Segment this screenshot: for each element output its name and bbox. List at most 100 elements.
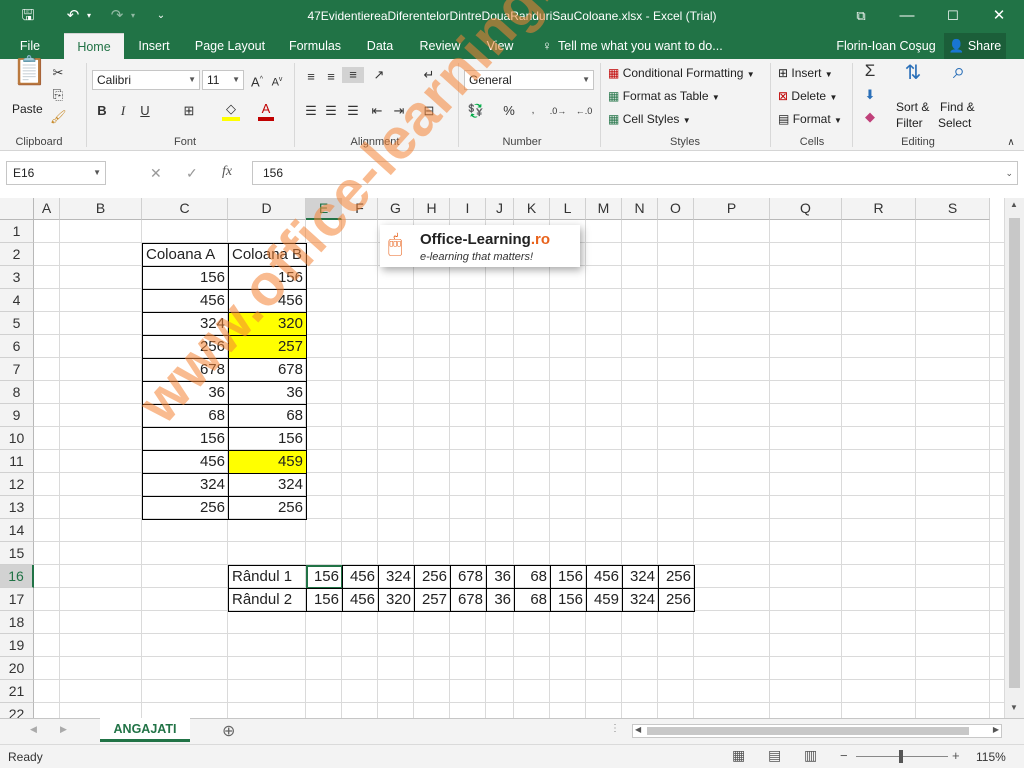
copy-icon[interactable]: ⎘	[50, 87, 66, 103]
delete-cells-button[interactable]: ⊠ Delete ▼	[778, 88, 837, 106]
column-header-i[interactable]: I	[450, 198, 486, 220]
cell-randul-1[interactable]: 68	[514, 565, 551, 589]
ribbon-display-icon[interactable]: ⧉	[850, 5, 872, 27]
sort-filter-label-1[interactable]: Sort &	[896, 99, 929, 115]
tab-data[interactable]: Data	[358, 33, 402, 59]
column-header-a[interactable]: A	[34, 198, 60, 220]
scroll-thumb[interactable]	[1009, 218, 1020, 688]
find-select-label-2[interactable]: Select	[938, 115, 971, 131]
column-header-l[interactable]: L	[550, 198, 586, 220]
row-header-9[interactable]: 9	[0, 404, 34, 427]
page-break-view-icon[interactable]: ▥	[804, 747, 817, 764]
redo-dropdown-icon[interactable]: ▾	[128, 5, 138, 27]
format-as-table-button[interactable]: ▦ Format as Table ▼	[608, 88, 720, 106]
cell-randul-2[interactable]: 256	[658, 588, 695, 612]
borders-icon[interactable]: ⊞	[180, 103, 198, 119]
split-handle-icon[interactable]: ⋮	[610, 723, 620, 734]
cut-icon[interactable]: ✂	[50, 65, 66, 81]
cell-coloana-b[interactable]: 36	[228, 381, 307, 405]
column-header-p[interactable]: P	[694, 198, 770, 220]
cell-randul-1[interactable]: 324	[378, 565, 415, 589]
cell-coloana-a[interactable]: 256	[142, 496, 229, 520]
sheet-tab-angajati[interactable]: ANGAJATI	[100, 718, 190, 742]
scroll-right-icon[interactable]: ▶	[993, 725, 999, 734]
insert-function-icon[interactable]: fx	[222, 164, 232, 180]
cell-randul-1[interactable]: 256	[658, 565, 695, 589]
increase-font-icon[interactable]: A^	[250, 72, 264, 90]
row-header-7[interactable]: 7	[0, 358, 34, 381]
row-header-12[interactable]: 12	[0, 473, 34, 496]
italic-button[interactable]: I	[116, 103, 130, 119]
fill-icon[interactable]: ⬇	[860, 87, 880, 103]
vertical-scrollbar[interactable]: ▲ ▼	[1004, 198, 1024, 718]
bold-button[interactable]: B	[95, 103, 109, 119]
tab-home[interactable]: Home	[64, 33, 124, 59]
row-header-14[interactable]: 14	[0, 519, 34, 542]
autosum-icon[interactable]: Σ	[860, 62, 880, 79]
column-header-s[interactable]: S	[916, 198, 990, 220]
paste-label[interactable]: Paste	[12, 101, 43, 117]
cell-coloana-a[interactable]: 156	[142, 266, 229, 290]
find-select-icon[interactable]: ⌕	[944, 60, 974, 82]
row-header-2[interactable]: 2	[0, 243, 34, 266]
align-left-icon[interactable]: ☰	[302, 103, 320, 119]
customize-qat-icon[interactable]: ⌄	[154, 5, 168, 27]
zoom-slider-thumb[interactable]	[899, 750, 903, 763]
increase-decimal-icon[interactable]: .0→	[548, 103, 568, 119]
align-middle-icon[interactable]: ≡	[322, 69, 340, 85]
tab-formulas[interactable]: Formulas	[280, 33, 350, 59]
row-header-22[interactable]: 22	[0, 703, 34, 718]
column-header-o[interactable]: O	[658, 198, 694, 220]
row-header-19[interactable]: 19	[0, 634, 34, 657]
select-all-corner[interactable]	[0, 198, 34, 220]
font-size-combo[interactable]: 11 ▼	[202, 70, 244, 90]
close-icon[interactable]: ✕	[988, 5, 1010, 27]
new-sheet-icon[interactable]: ⊕	[222, 721, 235, 741]
cell-randul-2[interactable]: 68	[514, 588, 551, 612]
minimize-icon[interactable]: —	[896, 5, 918, 27]
cell-randul-2[interactable]: 36	[486, 588, 515, 612]
cell-randul-2[interactable]: 459	[586, 588, 623, 612]
cell-randul-1[interactable]: 36	[486, 565, 515, 589]
hscroll-thumb[interactable]	[647, 727, 969, 735]
next-sheet-icon[interactable]: ▶	[60, 724, 67, 735]
row-header-3[interactable]: 3	[0, 266, 34, 289]
row-header-13[interactable]: 13	[0, 496, 34, 519]
tab-insert[interactable]: Insert	[128, 33, 180, 59]
cell-randul-1[interactable]: 156	[550, 565, 587, 589]
tab-page-layout[interactable]: Page Layout	[186, 33, 274, 59]
find-select-label-1[interactable]: Find &	[940, 99, 975, 115]
row-header-6[interactable]: 6	[0, 335, 34, 358]
row-header-18[interactable]: 18	[0, 611, 34, 634]
underline-button[interactable]: U	[138, 103, 152, 119]
row-header-20[interactable]: 20	[0, 657, 34, 680]
cell-randul-2[interactable]: 456	[342, 588, 379, 612]
cell-randul-1[interactable]: 678	[450, 565, 487, 589]
cell-coloana-a[interactable]: 156	[142, 427, 229, 451]
maximize-icon[interactable]: ☐	[942, 5, 964, 27]
row-header-4[interactable]: 4	[0, 289, 34, 312]
prev-sheet-icon[interactable]: ◀	[30, 724, 37, 735]
user-name[interactable]: Florin-Ioan Coşug	[836, 33, 936, 59]
column-header-q[interactable]: Q	[770, 198, 842, 220]
undo-dropdown-icon[interactable]: ▾	[84, 5, 94, 27]
row-header-21[interactable]: 21	[0, 680, 34, 703]
selected-cell-e16[interactable]: 156	[306, 565, 343, 589]
cell-coloana-b[interactable]: 156	[228, 427, 307, 451]
insert-cells-button[interactable]: ⊞ Insert ▼	[778, 65, 833, 83]
align-top-icon[interactable]: ≡	[302, 69, 320, 85]
cell-coloana-a[interactable]: 456	[142, 450, 229, 474]
cell-coloana-b[interactable]: 68	[228, 404, 307, 428]
cell-randul-2[interactable]: 320	[378, 588, 415, 612]
normal-view-icon[interactable]: ▦	[732, 747, 745, 764]
zoom-level[interactable]: 115%	[976, 750, 1006, 764]
row-header-11[interactable]: 11	[0, 450, 34, 473]
cell-randul-1[interactable]: 256	[414, 565, 451, 589]
cell-coloana-b[interactable]: 324	[228, 473, 307, 497]
conditional-formatting-button[interactable]: ▦ Conditional Formatting ▼	[608, 65, 755, 83]
font-name-combo[interactable]: Calibri ▼	[92, 70, 200, 90]
column-header-m[interactable]: M	[586, 198, 622, 220]
page-layout-view-icon[interactable]: ▤	[768, 747, 781, 764]
header-coloana-a[interactable]: Coloana A	[142, 243, 229, 267]
cell-styles-button[interactable]: ▦ Cell Styles ▼	[608, 111, 691, 129]
